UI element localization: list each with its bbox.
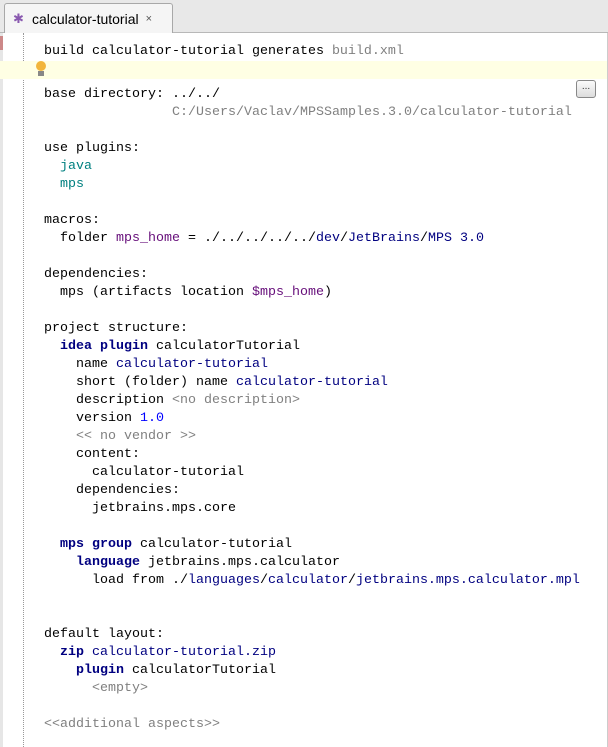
code-line[interactable]: idea plugin calculatorTutorial bbox=[60, 338, 300, 356]
code-line[interactable]: version 1.0 bbox=[76, 410, 164, 428]
code-line[interactable]: zip calculator-tutorial.zip bbox=[60, 644, 276, 662]
code-token: short (folder) name bbox=[76, 375, 236, 390]
code-token: calculator-tutorial bbox=[139, 537, 292, 552]
code-token: ../../ bbox=[171, 87, 220, 102]
code-line[interactable]: language jetbrains.mps.calculator bbox=[76, 554, 340, 572]
code-token: / bbox=[339, 231, 348, 246]
code-token: dependencies: bbox=[76, 483, 180, 498]
code-token: $mps_home bbox=[251, 285, 324, 300]
code-token: languages bbox=[187, 573, 260, 588]
code-line[interactable]: folder mps_home = ./../../../../dev/JetB… bbox=[60, 230, 484, 248]
code-token: version bbox=[76, 411, 140, 426]
code-token: C:/Users/Vaclav/MPSSamples.3.0/calculato… bbox=[172, 105, 572, 120]
browse-button[interactable]: ... bbox=[576, 80, 596, 98]
code-line[interactable]: default layout: bbox=[44, 626, 164, 644]
code-token: <no description> bbox=[171, 393, 300, 408]
tab-title: calculator-tutorial bbox=[32, 10, 139, 27]
code-token: jetbrains.mps.calculator bbox=[147, 555, 340, 570]
code-token: / bbox=[259, 573, 268, 588]
code-token: name bbox=[76, 357, 116, 372]
code-token: << no vendor >> bbox=[76, 429, 196, 444]
code-line[interactable]: build calculator-tutorial generates buil… bbox=[44, 43, 404, 61]
code-line[interactable]: C:/Users/Vaclav/MPSSamples.3.0/calculato… bbox=[172, 104, 572, 122]
code-line[interactable]: base directory: ../../ bbox=[44, 86, 220, 104]
code-token: zip bbox=[60, 645, 92, 660]
code-token: mps group bbox=[60, 537, 140, 552]
code-token: JetBrains bbox=[347, 231, 420, 246]
code-token: mps_home bbox=[116, 231, 180, 246]
code-token: project structure: bbox=[44, 321, 188, 336]
code-token: <empty> bbox=[92, 681, 148, 696]
code-line[interactable]: dependencies: bbox=[44, 266, 148, 284]
code-token: idea plugin bbox=[60, 339, 156, 354]
code-token: dependencies: bbox=[44, 267, 148, 282]
code-line[interactable]: plugin calculatorTutorial bbox=[76, 662, 276, 680]
left-gutter-strip bbox=[0, 33, 3, 747]
code-token: calculator-tutorial bbox=[116, 357, 268, 372]
mps-bug-icon: ✱ bbox=[13, 10, 24, 26]
code-token: description bbox=[76, 393, 172, 408]
code-token: = ./../../../../ bbox=[180, 231, 316, 246]
code-token: build.xml bbox=[331, 44, 404, 59]
code-line[interactable]: project structure: bbox=[44, 320, 188, 338]
code-token: calculatorTutorial bbox=[132, 663, 276, 678]
editor-tab-bar: ✱ calculator-tutorial × bbox=[0, 0, 608, 33]
code-token: <<additional aspects>> bbox=[44, 717, 220, 732]
code-token: mps bbox=[60, 177, 84, 192]
code-line[interactable]: load from ./languages/calculator/jetbrai… bbox=[92, 572, 580, 590]
code-token: dev bbox=[315, 231, 340, 246]
code-token: calculator-tutorial.zip bbox=[92, 645, 276, 660]
change-marker bbox=[0, 36, 3, 50]
code-line[interactable]: short (folder) name calculator-tutorial bbox=[76, 374, 388, 392]
code-token: mps (artifacts location bbox=[60, 285, 252, 300]
code-token: build calculator-tutorial generates bbox=[44, 44, 332, 59]
code-token: calculator-tutorial bbox=[92, 465, 244, 480]
code-line[interactable]: << no vendor >> bbox=[76, 428, 196, 446]
code-token: calculator bbox=[267, 573, 348, 588]
code-token: / bbox=[419, 231, 428, 246]
code-token: jetbrains.mps.core bbox=[92, 501, 236, 516]
code-line[interactable]: description <no description> bbox=[76, 392, 300, 410]
code-token: jetbrains.mps.calculator.mpl bbox=[355, 573, 580, 588]
code-line[interactable]: calculator-tutorial bbox=[92, 464, 244, 482]
lightbulb-icon[interactable] bbox=[36, 61, 46, 77]
code-line[interactable]: name calculator-tutorial bbox=[76, 356, 268, 374]
code-token: ) bbox=[323, 285, 332, 300]
code-line[interactable]: content: bbox=[76, 446, 140, 464]
gutter-divider bbox=[23, 33, 24, 747]
code-token: macros: bbox=[44, 213, 100, 228]
code-token: calculatorTutorial bbox=[155, 339, 300, 354]
code-token: load from ./ bbox=[92, 573, 188, 588]
tab-calculator-tutorial[interactable]: ✱ calculator-tutorial × bbox=[4, 3, 173, 33]
code-line[interactable]: mps (artifacts location $mps_home) bbox=[60, 284, 332, 302]
code-token: / bbox=[347, 573, 356, 588]
code-token: language bbox=[76, 555, 148, 570]
code-line[interactable]: mps bbox=[60, 176, 84, 194]
code-token: use plugins: bbox=[44, 141, 140, 156]
code-token: calculator-tutorial bbox=[235, 375, 388, 390]
code-token: MPS 3.0 bbox=[427, 231, 484, 246]
code-line[interactable]: <empty> bbox=[92, 680, 148, 698]
code-token: folder bbox=[60, 231, 116, 246]
code-line[interactable]: jetbrains.mps.core bbox=[92, 500, 236, 518]
code-token: content: bbox=[76, 447, 140, 462]
code-line[interactable]: <<additional aspects>> bbox=[44, 716, 220, 734]
code-line[interactable]: java bbox=[60, 158, 92, 176]
close-tab-icon[interactable]: × bbox=[146, 13, 152, 25]
code-token: base directory: bbox=[44, 87, 172, 102]
code-line[interactable]: mps group calculator-tutorial bbox=[60, 536, 292, 554]
code-token: default layout: bbox=[44, 627, 164, 642]
code-line[interactable]: macros: bbox=[44, 212, 100, 230]
code-line[interactable]: use plugins: bbox=[44, 140, 140, 158]
code-token: plugin bbox=[76, 663, 132, 678]
code-line[interactable]: dependencies: bbox=[76, 482, 180, 500]
current-line-highlight bbox=[0, 61, 608, 79]
code-token: 1.0 bbox=[140, 411, 164, 426]
code-token: java bbox=[60, 159, 92, 174]
